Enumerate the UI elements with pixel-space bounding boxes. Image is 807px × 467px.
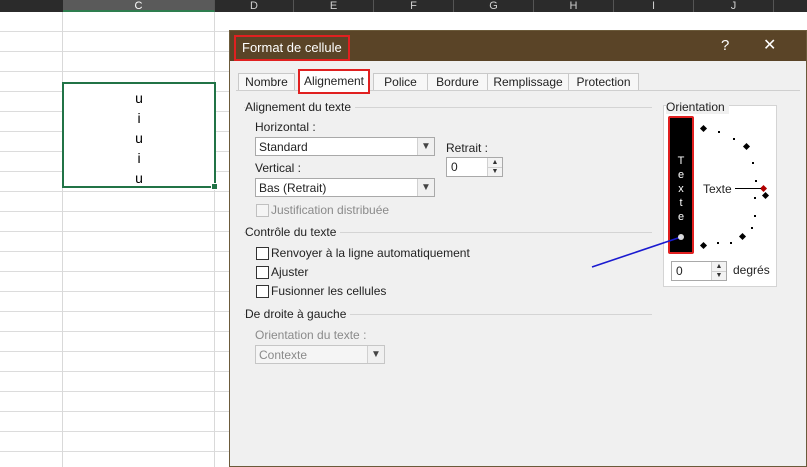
text-direction-select[interactable]: Contexte ▼ (255, 345, 385, 364)
tab-alignement[interactable]: Alignement (298, 69, 370, 94)
tab-protection[interactable]: Protection (568, 73, 639, 91)
spinner-arrows: ▲ ▼ (487, 158, 502, 176)
dial-point[interactable] (755, 180, 757, 182)
shrink-to-fit-checkbox[interactable] (256, 266, 269, 279)
dial-point[interactable] (754, 215, 756, 217)
chevron-down-icon[interactable]: ▼ (367, 346, 384, 363)
dial-point[interactable] (717, 242, 719, 244)
indent-spinner[interactable]: 0 ▲ ▼ (446, 157, 503, 177)
chevron-down-icon[interactable]: ▼ (417, 179, 434, 196)
tab-nombre[interactable]: Nombre (238, 73, 295, 91)
vertical-text-letter: e (677, 211, 685, 223)
column-header-g[interactable]: G (454, 0, 534, 12)
dial-point[interactable] (733, 138, 735, 140)
text-alignment-group-label: Alignement du texte (245, 100, 356, 114)
vertical-text-letter: e (677, 169, 685, 181)
dial-text-label: Texte (703, 182, 732, 196)
spinner-arrows: ▲ ▼ (711, 262, 726, 280)
degrees-label: degrés (733, 263, 770, 277)
cell-text-line: i (137, 150, 141, 166)
column-header-f[interactable]: F (374, 0, 454, 12)
text-direction-value: Contexte (259, 348, 308, 362)
vertical-text-letter: T (677, 155, 685, 167)
spin-down-icon[interactable]: ▼ (712, 271, 726, 280)
column-header-i[interactable]: I (614, 0, 694, 12)
selected-cell[interactable]: u i u i u (62, 82, 218, 190)
cell-text-line: u (135, 130, 143, 146)
column-header-c[interactable]: C (63, 0, 215, 12)
horizontal-select[interactable]: Standard ▼ (255, 137, 435, 156)
vertical-text-button[interactable]: T e x t e (668, 116, 694, 254)
dial-point[interactable] (751, 227, 753, 229)
column-header-h[interactable]: H (534, 0, 614, 12)
tab-bordure[interactable]: Bordure (427, 73, 488, 91)
justify-distributed-checkbox[interactable] (256, 204, 269, 217)
dial-point[interactable] (754, 197, 756, 199)
dial-needle (735, 188, 761, 189)
column-header-j[interactable]: J (694, 0, 774, 12)
vertical-text-letters: T e x t e (670, 154, 692, 224)
horizontal-label: Horizontal : (255, 120, 316, 134)
dial-point[interactable] (752, 162, 754, 164)
text-control-group-label: Contrôle du texte (245, 225, 341, 239)
column-headers: C D E F G H I J (0, 0, 807, 12)
indent-label: Retrait : (446, 141, 489, 155)
indent-value: 0 (451, 160, 458, 174)
dialog-title: Format de cellule (234, 35, 350, 61)
dial-point[interactable] (718, 131, 720, 133)
dial-point[interactable] (730, 242, 732, 244)
wrap-text-checkbox[interactable] (256, 247, 269, 260)
wrap-text-label: Renvoyer à la ligne automatiquement (271, 246, 470, 260)
shrink-to-fit-label: Ajuster (271, 265, 309, 279)
vertical-select[interactable]: Bas (Retrait) ▼ (255, 178, 435, 197)
fill-handle[interactable] (211, 183, 218, 190)
column-header-d[interactable]: D (215, 0, 294, 12)
chevron-down-icon[interactable]: ▼ (417, 138, 434, 155)
text-direction-label: Orientation du texte : (255, 328, 367, 342)
horizontal-select-value: Standard (259, 140, 308, 154)
cell-text-line: u (135, 90, 143, 106)
degrees-value: 0 (676, 264, 683, 278)
cell-text-line: u (135, 170, 143, 186)
vertical-label: Vertical : (255, 161, 302, 175)
help-button[interactable]: ? (721, 37, 729, 55)
tab-remplissage[interactable]: Remplissage (487, 73, 569, 91)
orientation-group-label: Orientation (666, 100, 729, 114)
dialog-title-bar[interactable]: Format de cellule ? ✕ (230, 31, 806, 61)
tab-police[interactable]: Police (373, 73, 428, 91)
degrees-spinner[interactable]: 0 ▲ ▼ (671, 261, 727, 281)
spin-down-icon[interactable]: ▼ (488, 167, 502, 176)
close-button[interactable]: ✕ (763, 37, 776, 55)
rtl-group-label: De droite à gauche (245, 307, 351, 321)
vertical-select-value: Bas (Retrait) (259, 181, 327, 195)
cell-text-line: i (137, 110, 141, 126)
column-header-e[interactable]: E (294, 0, 374, 12)
format-cells-dialog: Format de cellule ? ✕ Nombre Alignement … (229, 30, 807, 467)
justify-distributed-label: Justification distribuée (271, 203, 390, 217)
merge-cells-checkbox[interactable] (256, 285, 269, 298)
merge-cells-label: Fusionner les cellules (271, 284, 387, 298)
vertical-text-letter: x (678, 183, 684, 195)
vertical-text-letter: t (679, 197, 683, 209)
